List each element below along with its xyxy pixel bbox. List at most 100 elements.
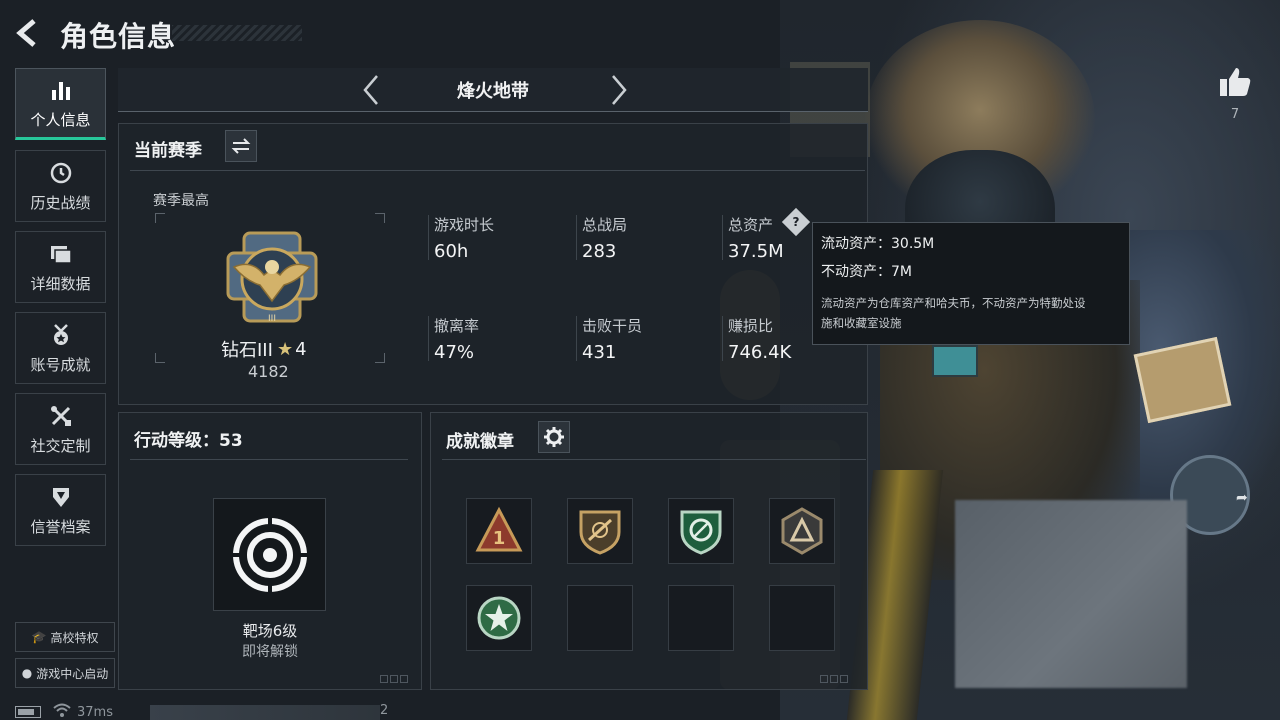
tooltip-description: 流动资产为仓库资产和哈夫币，不动资产为特勤处设 施和收藏室设施 [821, 293, 1126, 333]
help-icon[interactable]: ? [781, 207, 811, 237]
shooting-range-level-card[interactable] [213, 498, 326, 611]
like-button[interactable] [1218, 66, 1252, 98]
clock-icon [48, 160, 74, 186]
stat-divider [428, 215, 429, 260]
sidebar-item-label: 详细数据 [30, 274, 91, 293]
wifi-icon [53, 703, 71, 720]
tooltip-liquid-assets: 流动资产：30.5M [821, 236, 935, 252]
badges-title: 成就徽章 [446, 432, 514, 452]
share-icon[interactable]: ➦ [1236, 490, 1256, 506]
chest-patch [932, 345, 978, 377]
sidebar-item-achievements[interactable]: 账号成就 [15, 312, 106, 384]
stat-label: 撤离率 [434, 317, 480, 335]
stat-value: 283 [582, 241, 617, 262]
medal-icon [48, 322, 74, 348]
sidebar-item-social-custom[interactable]: 社交定制 [15, 393, 106, 465]
sidebar-item-reputation[interactable]: 信誉档案 [15, 474, 106, 546]
stat-label: 游戏时长 [434, 216, 495, 234]
rank-emblem-icon: III [218, 223, 326, 331]
badge-settings-button[interactable] [538, 421, 570, 453]
rank-score: 4182 [248, 362, 289, 381]
badge-slot[interactable] [567, 498, 633, 564]
status-bar: 37ms [15, 703, 113, 720]
divider [442, 459, 866, 460]
stat-value: 37.5M [728, 241, 784, 262]
star-badge-icon [477, 596, 521, 640]
stat-divider [576, 215, 577, 260]
chevron-right-icon [612, 75, 627, 105]
asset-tooltip: 流动资产：30.5M 不动资产：7M 流动资产为仓库资产和哈夫币，不动资产为特勤… [812, 222, 1130, 345]
empty-badge-slot[interactable] [769, 585, 835, 651]
back-button[interactable] [14, 18, 44, 48]
graduation-cap-icon: 🎓 [31, 630, 47, 644]
stat-value: 746.4K [728, 342, 792, 363]
stat-label: 击败干员 [582, 317, 643, 335]
tooltip-fixed-assets: 不动资产：7M [821, 264, 912, 280]
shield-badge-icon [579, 510, 621, 555]
stat-divider [428, 316, 429, 361]
badge-slot[interactable] [668, 498, 734, 564]
divider [130, 170, 865, 171]
campus-privilege-label: 高校特权 [50, 630, 99, 645]
page-title: 角色信息 [60, 20, 177, 53]
campus-privilege-button[interactable]: 🎓 高校特权 [15, 622, 115, 652]
next-mode-button[interactable] [608, 73, 630, 107]
mode-title: 烽火地带 [457, 81, 529, 102]
sidebar-item-label: 个人信息 [30, 110, 91, 129]
tools-icon [48, 403, 74, 429]
penguin-icon: ● [21, 666, 33, 680]
stat-label: 赚损比 [728, 317, 774, 335]
sidebar-item-label: 历史战绩 [30, 193, 91, 212]
sidebar-item-label: 社交定制 [30, 436, 91, 455]
sidebar-item-history[interactable]: 历史战绩 [15, 150, 106, 222]
battery-icon [15, 706, 41, 718]
rank-name: 钻石III [221, 340, 273, 361]
panel-corner-marks [820, 675, 848, 683]
stat-value: 431 [582, 342, 617, 363]
game-center-label: 游戏中心启动 [36, 666, 109, 681]
sidebar-item-label: 信誉档案 [30, 517, 91, 536]
stat-label: 总资产 [728, 216, 774, 234]
stat-value: 47% [434, 342, 475, 363]
ping-value: 37ms [77, 704, 113, 720]
shield-icon [48, 484, 74, 510]
bar-chart-icon [48, 77, 74, 103]
stat-value: 60h [434, 241, 469, 262]
badge-slot[interactable] [466, 585, 532, 651]
empty-badge-slot[interactable] [668, 585, 734, 651]
svg-text:1: 1 [493, 528, 506, 549]
game-center-button[interactable]: ● 游戏中心启动 [15, 658, 115, 688]
blurred-overlay [955, 500, 1187, 688]
swap-arrows-icon [231, 138, 251, 154]
sidebar-item-label: 账号成就 [30, 355, 91, 374]
thumbs-up-icon [1220, 68, 1251, 96]
season-section-title: 当前赛季 [134, 141, 202, 161]
like-count: 7 [1230, 107, 1240, 122]
tooltip-desc-line: 施和收藏室设施 [821, 316, 902, 330]
rank-stars: 4 [295, 338, 307, 360]
stat-divider [576, 316, 577, 361]
green-shield-badge-icon [680, 510, 722, 555]
target-icon [231, 516, 308, 593]
badge-slot[interactable] [769, 498, 835, 564]
svg-text:III: III [268, 314, 276, 324]
sidebar-item-personal-info[interactable]: 个人信息 [15, 68, 106, 140]
blurred-player-name [150, 705, 380, 720]
title-decoration [172, 25, 302, 41]
stat-label: 总战局 [582, 216, 628, 234]
folder-icon [48, 241, 74, 267]
badge-slot[interactable]: 1 [466, 498, 532, 564]
stat-divider [722, 316, 723, 361]
hexagon-badge-icon [781, 507, 823, 555]
star-icon: ★ [276, 338, 294, 360]
tooltip-desc-line: 流动资产为仓库资产和哈夫币，不动资产为特勤处设 [821, 296, 1086, 310]
player-name-suffix: 2 [380, 703, 389, 718]
range-level-name: 靶场6级 [242, 622, 298, 640]
empty-badge-slot[interactable] [567, 585, 633, 651]
range-level-status: 即将解锁 [242, 644, 298, 660]
gear-icon [544, 427, 564, 447]
sidebar-item-detailed-data[interactable]: 详细数据 [15, 231, 106, 303]
action-level-title: 行动等级：53 [134, 431, 243, 451]
switch-season-button[interactable] [225, 130, 257, 162]
panel-corner-marks [380, 675, 408, 683]
